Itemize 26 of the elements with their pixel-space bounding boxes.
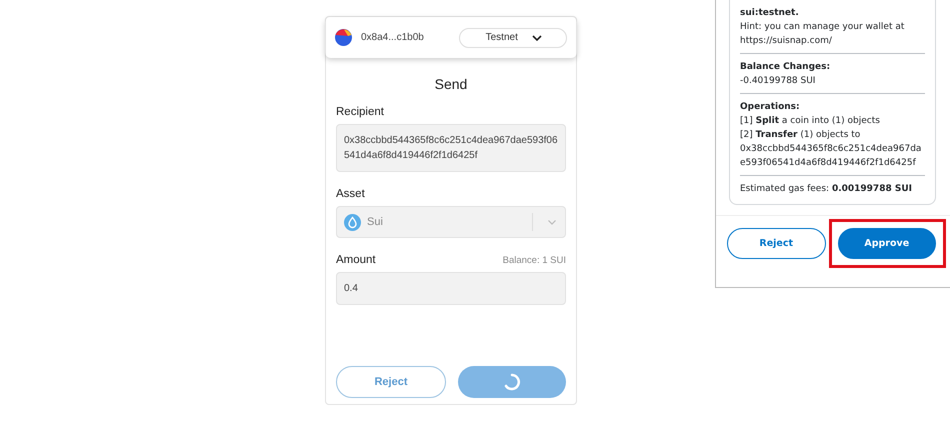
loading-button[interactable]: [458, 366, 566, 398]
detail-text: [1] Split a coin into (1) objects: [740, 115, 881, 128]
field-label: Amount: [336, 254, 376, 266]
detail-text: Estimated gas fees: 0.00199788 SUI: [740, 183, 913, 196]
amount-field[interactable]: 0.4: [336, 272, 566, 305]
detail-text: [2] Transfer (1) objects to 0x38ccbbd544365f8c6c251c4dea967dae593f06541d4a6f8d419446f2f1d6425f: [740, 129, 922, 170]
field-label: Recipient: [336, 106, 384, 118]
wallet-address: 0x8a4...c1b0b: [361, 32, 425, 43]
reject-button[interactable]: Reject: [336, 366, 446, 398]
section-heading: Balance Changes:: [740, 61, 832, 74]
droplet-icon: [344, 214, 361, 230]
spinner-icon: [503, 373, 521, 391]
balance-text: Balance: 1 SUI: [502, 255, 566, 266]
chevron-down-icon: [548, 220, 556, 224]
hint-text: Hint: you can manage your wallet at https://suisnap.com/: [740, 21, 906, 48]
network-dropdown[interactable]: Testnet: [458, 28, 567, 48]
approve-button[interactable]: Approve: [838, 228, 936, 259]
section-heading: Operations:: [740, 101, 801, 114]
page-title: Send: [434, 76, 468, 92]
field-label: Asset: [336, 188, 365, 200]
reject-button[interactable]: Reject: [727, 228, 826, 259]
chevron-down-icon: [532, 34, 542, 40]
recipient-field[interactable]: 0x38ccbbd544365f8c6c251c4dea967dae593f06541d4a6f8d419446f2f1d6425f: [336, 124, 566, 172]
detail-text: -0.40199788 SUI: [740, 75, 816, 88]
avatar-icon: [335, 29, 352, 46]
network-text: sui:testnet.: [740, 7, 800, 20]
